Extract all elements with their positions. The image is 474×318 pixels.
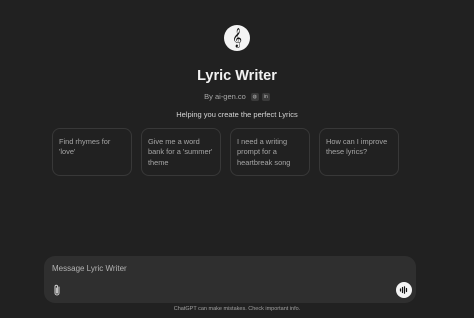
disclaimer-text: ChatGPT can make mistakes. Check importa… (173, 306, 301, 312)
message-composer (44, 256, 416, 303)
starter-card[interactable]: Give me a word bank for a 'summer' theme (141, 128, 221, 176)
paperclip-icon[interactable] (52, 284, 62, 297)
chat-page: 𝄞 Lyric Writer By ai-gen.co ◍ in Helping… (0, 0, 474, 318)
conversation-starters: Find rhymes for 'love' Give me a word ba… (52, 128, 399, 176)
starter-card[interactable]: I need a writing prompt for a heartbreak… (230, 128, 310, 176)
gpt-title: Lyric Writer (197, 68, 277, 84)
author-name: By ai-gen.co (204, 92, 246, 101)
gpt-description: Helping you create the perfect Lyrics (176, 110, 298, 119)
message-input[interactable] (52, 261, 352, 275)
linkedin-icon[interactable]: in (261, 92, 270, 101)
voice-mode-icon[interactable] (396, 282, 412, 298)
starter-card[interactable]: Find rhymes for 'love' (52, 128, 132, 176)
starter-card[interactable]: How can I improve these lyrics? (319, 128, 399, 176)
treble-clef-icon: 𝄞 (224, 25, 250, 51)
gpt-byline: By ai-gen.co ◍ in (0, 92, 474, 101)
globe-icon[interactable]: ◍ (250, 92, 259, 101)
gpt-header: 𝄞 Lyric Writer By ai-gen.co ◍ in Helping… (0, 25, 474, 119)
